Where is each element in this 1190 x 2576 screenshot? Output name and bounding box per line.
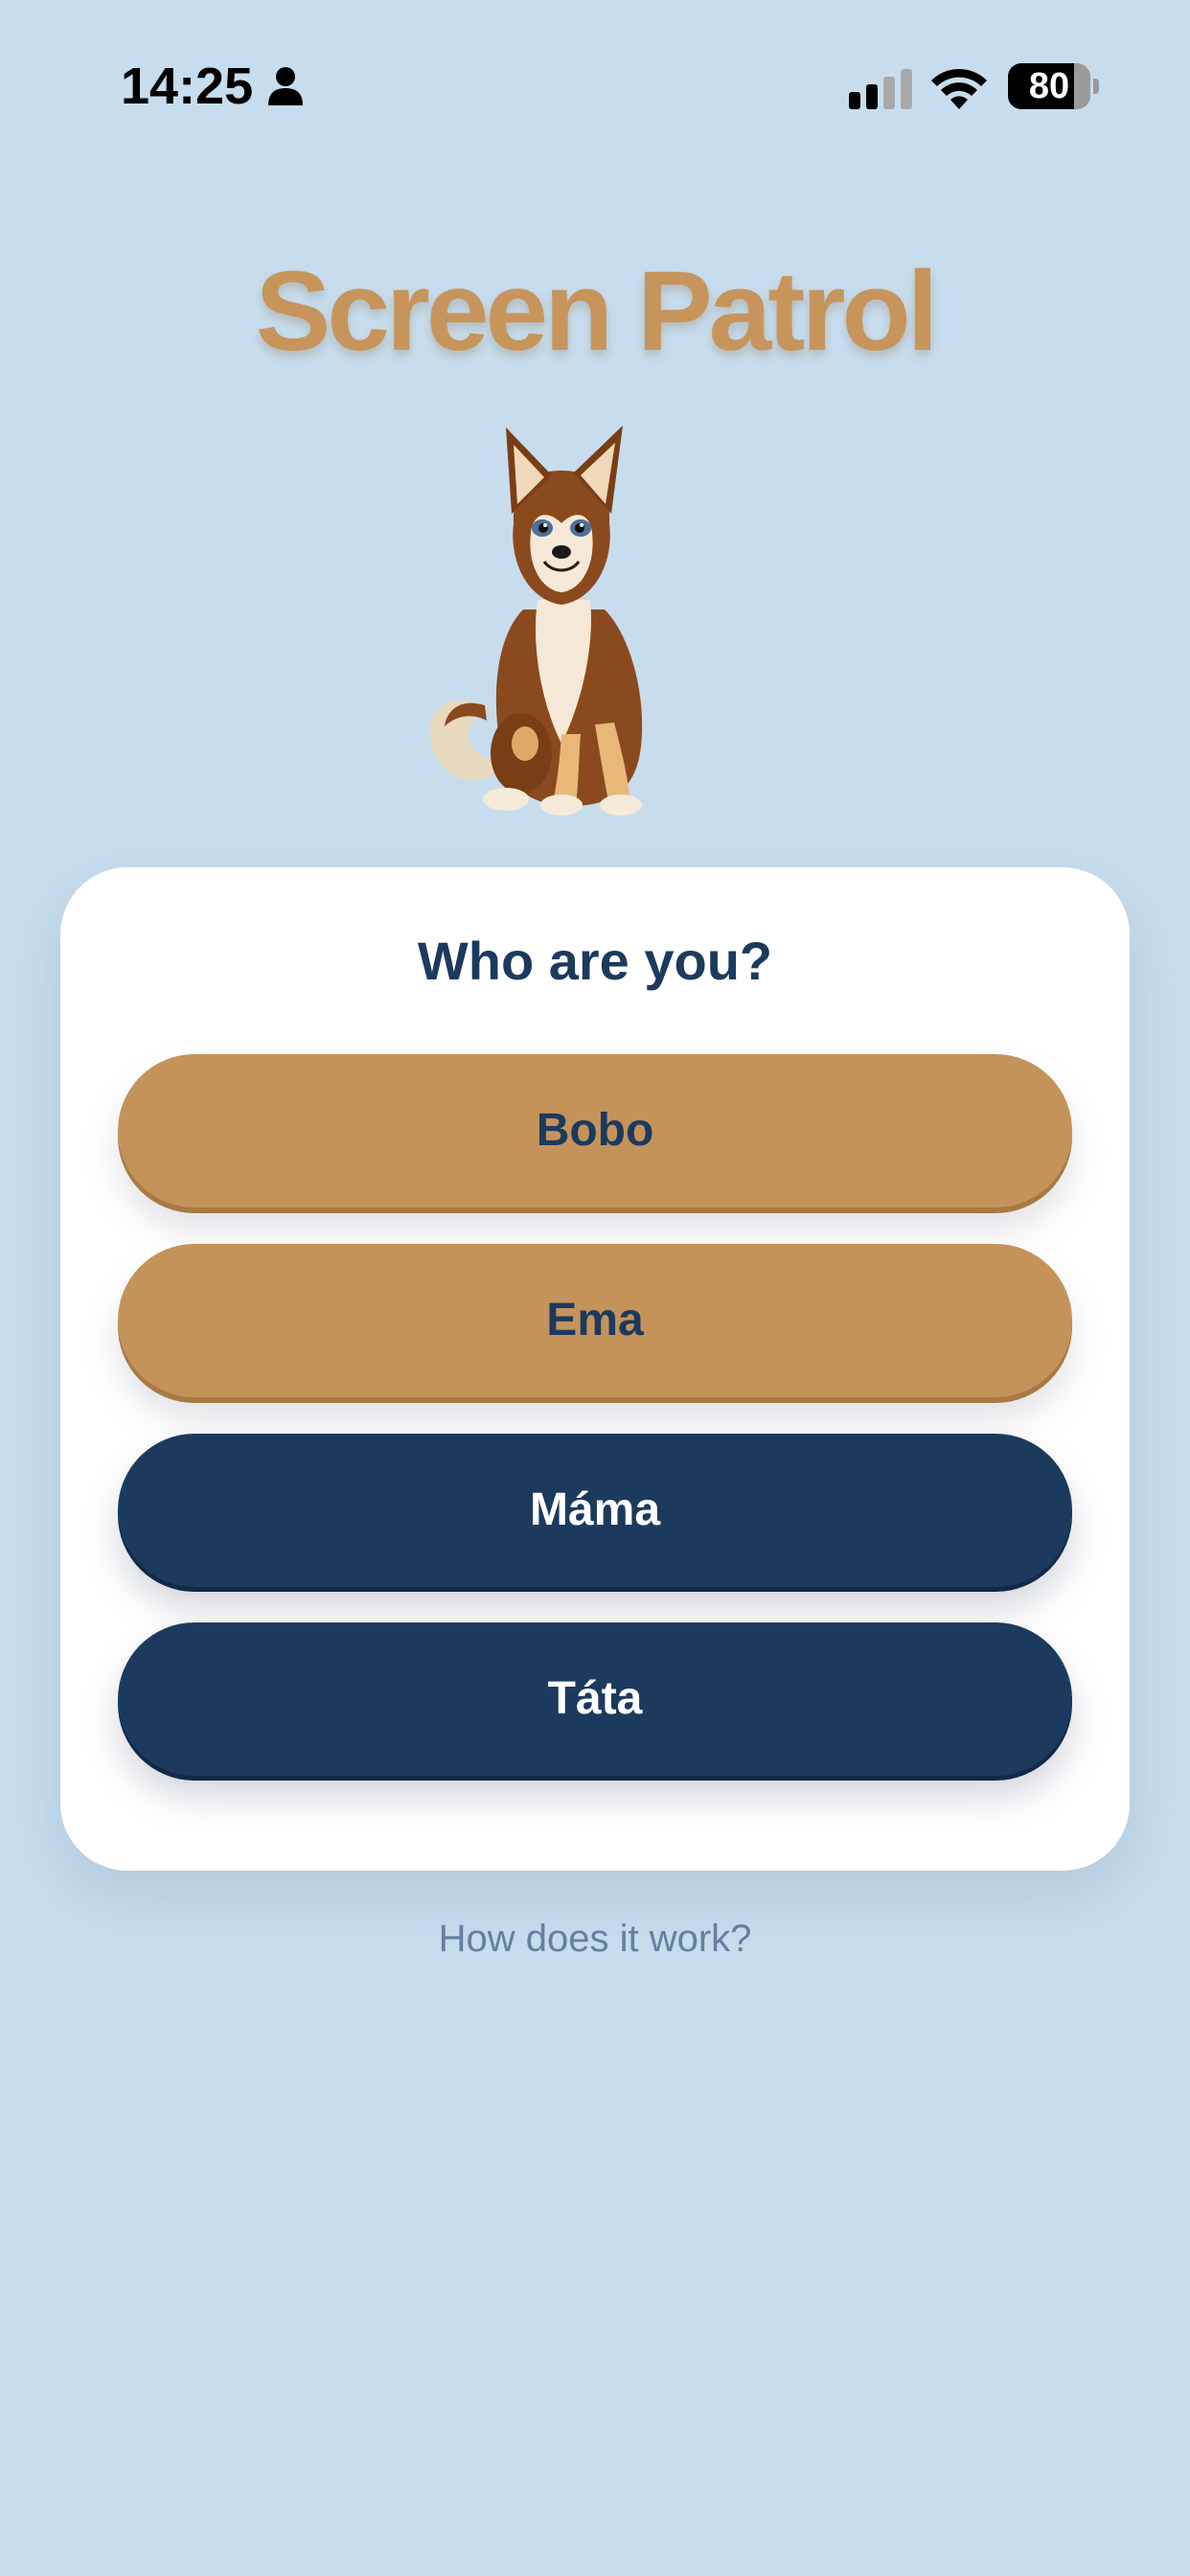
user-button-mama[interactable]: Máma [118,1434,1072,1587]
battery-body: 80 [1008,63,1090,109]
dog-mascot-illustration [429,426,643,816]
battery-icon: 80 [1008,63,1100,111]
status-time: 14:25 [121,58,254,115]
how-it-works-link[interactable]: How does it work? [0,1910,1190,1967]
card-heading: Who are you? [417,931,773,991]
cellular-signal-icon [849,69,912,109]
battery-level: 80 [1028,66,1070,106]
status-bar: 14:25 80 [0,0,1190,172]
user-selection-card: Who are you? Bobo Ema Máma Táta [60,867,1130,1871]
person-icon [268,67,303,105]
user-button-tata[interactable]: Táta [118,1622,1072,1776]
user-button-bobo[interactable]: Bobo [118,1054,1072,1208]
wifi-icon [931,68,987,109]
user-button-ema[interactable]: Ema [118,1244,1072,1397]
app-title: Screen Patrol [255,248,939,375]
battery-tip [1093,79,1099,94]
